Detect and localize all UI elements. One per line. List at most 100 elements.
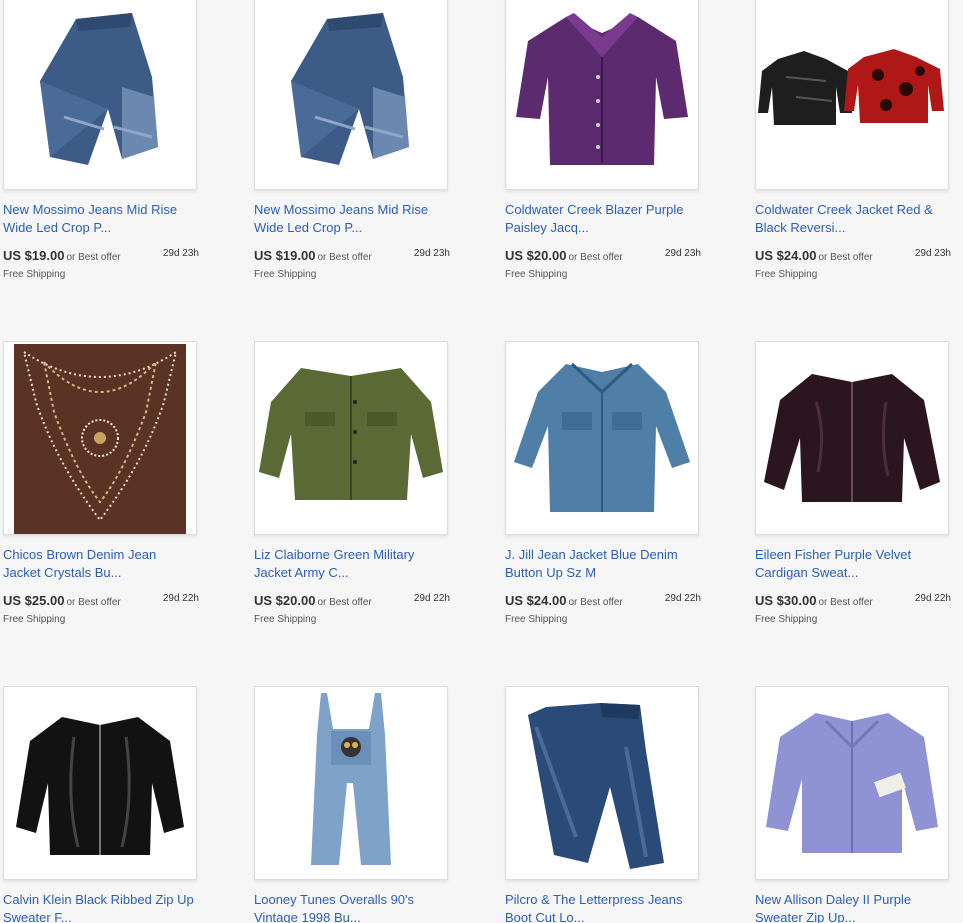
bootcut-jeans-icon — [506, 687, 698, 879]
listing-title-link[interactable]: Coldwater Creek Jacket Red & Black Revers… — [755, 201, 955, 237]
overalls-icon — [255, 687, 447, 879]
listing-title-line: Jacket Crystals Bu... — [3, 565, 122, 580]
shipping-label: Free Shipping — [254, 269, 317, 280]
listing-title-line: Coldwater Creek Blazer Purple — [505, 202, 684, 217]
black-sweater-icon — [4, 687, 196, 879]
shipping-label: Free Shipping — [755, 269, 818, 280]
purple-blazer-icon — [506, 0, 698, 189]
listing-title-line: Vintage 1998 Bu... — [254, 910, 361, 923]
best-offer-label: or Best offer — [568, 597, 623, 608]
listing-title-link[interactable]: Chicos Brown Denim Jean Jacket Crystals B… — [3, 546, 203, 582]
listing-title-link[interactable]: J. Jill Jean Jacket Blue Denim Button Up … — [505, 546, 705, 582]
listing-title-link[interactable]: New Allison Daley II Purple Sweater Zip U… — [755, 891, 955, 923]
time-left: 29d 22h — [413, 593, 450, 604]
shipping-label: Free Shipping — [3, 269, 66, 280]
listing-title-link[interactable]: Eileen Fisher Purple Velvet Cardigan Swea… — [755, 546, 955, 582]
listing-image[interactable] — [505, 0, 699, 190]
listing-title-line: Coldwater Creek Jacket Red & — [755, 202, 933, 217]
listing-image[interactable] — [3, 341, 197, 535]
reversible-jackets-icon — [756, 0, 948, 189]
listing-title-line: Wide Led Crop P... — [3, 220, 112, 235]
listing-image[interactable] — [505, 341, 699, 535]
listing-title-link[interactable]: Liz Claiborne Green Military Jacket Army … — [254, 546, 454, 582]
purple-sweater-icon — [756, 687, 948, 879]
listing-price: US $20.00 — [254, 593, 316, 608]
price-row: US $20.00 or Best offer 29d 22h — [254, 592, 450, 610]
listing-title-line: Sweater Zip Up... — [755, 910, 856, 923]
listing-image[interactable] — [3, 686, 197, 880]
jeans-cropped-icon — [4, 0, 196, 189]
price-row: US $24.00 or Best offer 29d 22h — [505, 592, 701, 610]
best-offer-label: or Best offer — [317, 597, 372, 608]
listing-title-line: Chicos Brown Denim Jean — [3, 547, 157, 562]
green-jacket-icon — [255, 342, 447, 534]
velvet-cardigan-icon — [756, 342, 948, 534]
time-left: 29d 23h — [664, 248, 701, 259]
best-offer-label: or Best offer — [818, 252, 873, 263]
listing-title-line: Wide Led Crop P... — [254, 220, 363, 235]
listing-image[interactable] — [254, 0, 448, 190]
listing-title-line: Liz Claiborne Green Military — [254, 547, 415, 562]
price-row: US $19.00 or Best offer 29d 23h — [254, 247, 450, 265]
listing-title-line: New Mossimo Jeans Mid Rise — [254, 202, 429, 217]
listing-title-line: New Mossimo Jeans Mid Rise — [3, 202, 178, 217]
listing-title-link[interactable]: Coldwater Creek Blazer Purple Paisley Jac… — [505, 201, 705, 237]
listing-title-line: Pilcro & The Letterpress Jeans — [505, 892, 683, 907]
shipping-label: Free Shipping — [755, 614, 818, 625]
listing-title-line: Looney Tunes Overalls 90's — [254, 892, 415, 907]
listing-title-link[interactable]: Calvin Klein Black Ribbed Zip Up Sweater … — [3, 891, 203, 923]
listing-title-line: Paisley Jacq... — [505, 220, 589, 235]
time-left: 29d 22h — [162, 593, 199, 604]
price-row: US $20.00 or Best offer 29d 23h — [505, 247, 701, 265]
listing-title-line: Boot Cut Lo... — [505, 910, 585, 923]
shipping-label: Free Shipping — [3, 614, 66, 625]
price-row: US $24.00 or Best offer 29d 23h — [755, 247, 951, 265]
shipping-label: Free Shipping — [505, 269, 568, 280]
listing-image[interactable] — [755, 341, 949, 535]
listing-title-line: Sweater F... — [3, 910, 72, 923]
listing-title-line: J. Jill Jean Jacket Blue Denim — [505, 547, 678, 562]
listing-image[interactable] — [505, 686, 699, 880]
price-row: US $19.00 or Best offer 29d 23h — [3, 247, 199, 265]
time-left: 29d 23h — [413, 248, 450, 259]
listing-image[interactable] — [755, 686, 949, 880]
listing-title-line: New Allison Daley II Purple — [755, 892, 912, 907]
listing-title-link[interactable]: Pilcro & The Letterpress Jeans Boot Cut L… — [505, 891, 705, 923]
crystal-denim-icon — [4, 342, 196, 534]
time-left: 29d 23h — [162, 248, 199, 259]
time-left: 29d 22h — [914, 593, 951, 604]
time-left: 29d 23h — [914, 248, 951, 259]
best-offer-label: or Best offer — [66, 252, 121, 263]
denim-jacket-icon — [506, 342, 698, 534]
listing-title-line: Black Reversi... — [755, 220, 846, 235]
listing-price: US $25.00 — [3, 593, 65, 608]
shipping-label: Free Shipping — [505, 614, 568, 625]
listing-title-link[interactable]: New Mossimo Jeans Mid Rise Wide Led Crop … — [254, 201, 454, 237]
listing-image[interactable] — [254, 686, 448, 880]
listing-price: US $19.00 — [254, 248, 316, 263]
listing-title-line: Eileen Fisher Purple Velvet — [755, 547, 912, 562]
price-row: US $25.00 or Best offer 29d 22h — [3, 592, 199, 610]
listing-price: US $24.00 — [505, 593, 567, 608]
time-left: 29d 22h — [664, 593, 701, 604]
best-offer-label: or Best offer — [317, 252, 372, 263]
best-offer-label: or Best offer — [66, 597, 121, 608]
listing-price: US $19.00 — [3, 248, 65, 263]
listing-image[interactable] — [755, 0, 949, 190]
jeans-cropped-icon — [255, 0, 447, 189]
listing-price: US $24.00 — [755, 248, 817, 263]
listing-title-line: Button Up Sz M — [505, 565, 597, 580]
listing-image[interactable] — [3, 0, 197, 190]
listing-image[interactable] — [254, 341, 448, 535]
listing-price: US $30.00 — [755, 593, 817, 608]
listing-title-link[interactable]: New Mossimo Jeans Mid Rise Wide Led Crop … — [3, 201, 203, 237]
listing-title-line: Cardigan Sweat... — [755, 565, 859, 580]
listing-grid: New Mossimo Jeans Mid Rise Wide Led Crop … — [0, 0, 963, 923]
listing-price: US $20.00 — [505, 248, 567, 263]
price-row: US $30.00 or Best offer 29d 22h — [755, 592, 951, 610]
best-offer-label: or Best offer — [568, 252, 623, 263]
listing-title-line: Jacket Army C... — [254, 565, 349, 580]
listing-title-link[interactable]: Looney Tunes Overalls 90's Vintage 1998 B… — [254, 891, 454, 923]
listing-title-line: Calvin Klein Black Ribbed Zip Up — [3, 892, 194, 907]
best-offer-label: or Best offer — [818, 597, 873, 608]
